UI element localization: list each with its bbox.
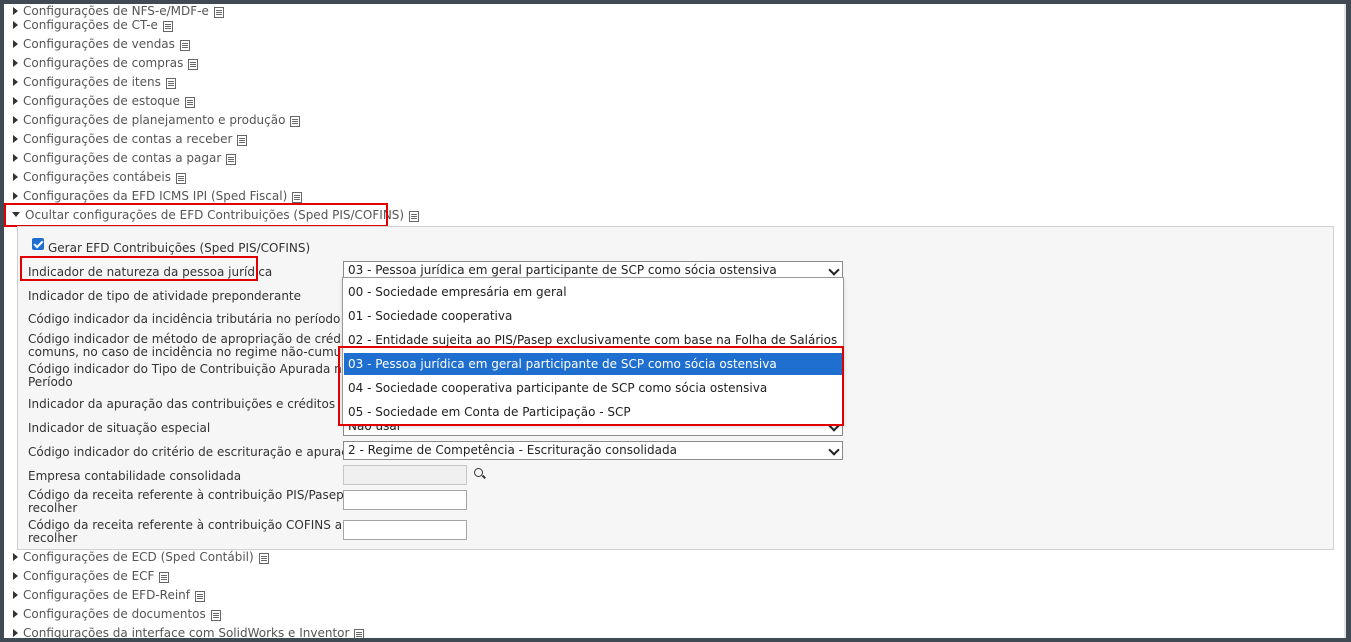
- section-contabeis[interactable]: Configurações contábeis: [4, 168, 186, 186]
- chevron-down-icon: [828, 444, 840, 456]
- document-icon[interactable]: [290, 116, 301, 127]
- receita-cofins-label: Código da receita referente à contribuiç…: [28, 518, 343, 545]
- dropdown-option[interactable]: 00 - Sociedade empresária em geral: [344, 281, 842, 303]
- expand-arrow-icon: [13, 134, 18, 143]
- expand-arrow-icon: [13, 191, 18, 200]
- criterio-escrituracao-label: Código indicador do critério de escritur…: [28, 445, 363, 459]
- expand-arrow-icon: [13, 58, 18, 67]
- annotation-box-natureza-label: [20, 256, 258, 281]
- document-icon[interactable]: [179, 40, 190, 51]
- expand-arrow-icon: [13, 153, 18, 162]
- atividade-label: Indicador de tipo de atividade preponder…: [28, 289, 302, 303]
- expand-arrow-icon: [13, 39, 18, 48]
- expand-arrow-icon: [13, 6, 18, 15]
- search-icon[interactable]: [474, 468, 483, 477]
- expand-arrow-icon: [13, 20, 18, 29]
- tipo-contribuicao-label: Código indicador do Tipo de Contribuição…: [28, 362, 350, 389]
- section-estoque[interactable]: Configurações de estoque: [4, 92, 195, 110]
- expand-arrow-icon: [13, 628, 18, 637]
- section-compras[interactable]: Configurações de compras: [4, 54, 199, 72]
- section-planejamento[interactable]: Configurações de planejamento e produção: [4, 111, 301, 129]
- receita-pis-label: Código da receita referente à contribuiç…: [28, 488, 355, 515]
- document-icon[interactable]: [159, 572, 170, 583]
- document-icon[interactable]: [237, 135, 248, 146]
- receita-cofins-input[interactable]: [343, 520, 467, 540]
- receita-pis-input[interactable]: [343, 490, 467, 510]
- page-frame: Configurações de NFS-e/MDF-e Configuraçõ…: [4, 4, 1346, 638]
- expand-arrow-icon: [13, 77, 18, 86]
- criterio-escrituracao-select[interactable]: 2 - Regime de Competência - Escrituração…: [343, 441, 843, 460]
- dropdown-option[interactable]: 01 - Sociedade cooperativa: [344, 305, 842, 327]
- section-itens[interactable]: Configurações de itens: [4, 73, 176, 91]
- situacao-especial-label: Indicador de situação especial: [28, 421, 211, 435]
- gerar-efd-checkbox[interactable]: [32, 238, 44, 250]
- section-documentos[interactable]: Configurações de documentos: [4, 605, 221, 623]
- document-icon[interactable]: [162, 21, 173, 32]
- section-efd-reinf[interactable]: Configurações de EFD-Reinf: [4, 586, 205, 604]
- document-icon[interactable]: [354, 629, 365, 638]
- annotation-box-section: [4, 203, 388, 227]
- section-contas-receber[interactable]: Configurações de contas a receber: [4, 130, 248, 148]
- gerar-efd-label: Gerar EFD Contribuições (Sped PIS/COFINS…: [48, 241, 311, 255]
- incidencia-label: Código indicador da incidência tributári…: [28, 312, 341, 326]
- document-icon[interactable]: [258, 553, 269, 564]
- expand-arrow-icon: [13, 571, 18, 580]
- section-contas-pagar[interactable]: Configurações de contas a pagar: [4, 149, 237, 167]
- section-cte[interactable]: Configurações de CT-e: [4, 16, 173, 34]
- expand-arrow-icon: [13, 609, 18, 618]
- document-icon[interactable]: [184, 97, 195, 108]
- section-ecf[interactable]: Configurações de ECF: [4, 567, 170, 585]
- vertical-scrollbar[interactable]: [1344, 4, 1346, 638]
- expand-arrow-icon: [13, 552, 18, 561]
- empresa-consolidada-input[interactable]: [343, 465, 467, 485]
- chevron-down-icon: [828, 264, 840, 276]
- document-icon[interactable]: [175, 173, 186, 184]
- document-icon[interactable]: [195, 591, 205, 602]
- annotation-box-options: [338, 346, 844, 426]
- apuracao-label: Indicador da apuração das contribuições …: [28, 397, 336, 411]
- document-icon[interactable]: [210, 610, 221, 621]
- empresa-consolidada-label: Empresa contabilidade consolidada: [28, 469, 242, 483]
- document-icon[interactable]: [226, 154, 237, 165]
- document-icon[interactable]: [165, 78, 176, 89]
- document-icon[interactable]: [188, 59, 199, 70]
- metodo-apropriacao-label: Código indicador de método de apropriaçã…: [28, 332, 375, 359]
- expand-arrow-icon: [13, 96, 18, 105]
- document-icon[interactable]: [292, 192, 303, 203]
- expand-arrow-icon: [13, 590, 18, 599]
- expand-arrow-icon: [13, 115, 18, 124]
- section-ecd[interactable]: Configurações de ECD (Sped Contábil): [4, 548, 269, 566]
- section-vendas[interactable]: Configurações de vendas: [4, 35, 190, 53]
- document-icon[interactable]: [409, 211, 420, 222]
- expand-arrow-icon: [13, 172, 18, 181]
- section-solidworks[interactable]: Configurações da interface com SolidWork…: [4, 624, 365, 638]
- document-icon[interactable]: [213, 7, 224, 18]
